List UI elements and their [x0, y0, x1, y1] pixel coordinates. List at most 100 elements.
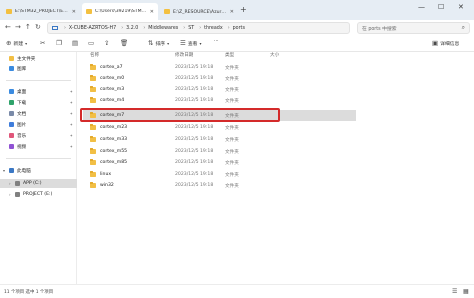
file-name-text: cortex_a7 [100, 65, 123, 70]
breadcrumb-item[interactable]: X-CUBE-AZRTOS-H7 [69, 26, 116, 31]
details-view-icon[interactable]: ☰ [452, 288, 457, 295]
search-input[interactable]: 在 ports 中搜索 [362, 25, 462, 32]
breadcrumb-item[interactable]: ports [233, 26, 245, 31]
breadcrumb-separator: › [227, 25, 230, 31]
tab-label: E:\Z_RESOURCE\Azure\环境搭建 [173, 9, 227, 15]
table-row[interactable]: cortex_m3 2023/12/5 19:18 文件夹 [83, 84, 356, 95]
new-button[interactable]: ⊕ 新建 ▾ [6, 39, 29, 47]
chevron-right-icon[interactable]: › [9, 181, 11, 186]
table-row[interactable]: cortex_m0 2023/12/5 19:18 文件夹 [83, 73, 356, 84]
table-row[interactable]: cortex_m55 2023/12/5 19:18 文件夹 [83, 146, 356, 157]
file-name-text: cortex_m85 [100, 160, 128, 165]
up-icon[interactable]: ↑ [25, 23, 31, 31]
back-icon[interactable]: ← [5, 23, 11, 31]
cut-icon[interactable]: ✂ [40, 39, 47, 47]
tab-label: E:\STM32_PROJECT\Example\7... [15, 9, 69, 14]
breadcrumb-item[interactable]: Middlewares [148, 26, 178, 31]
file-name: cortex_a7 [90, 64, 123, 70]
new-tab-icon[interactable]: + [240, 5, 247, 14]
sidebar-divider [6, 80, 71, 81]
column-header-type[interactable]: 类型 [225, 52, 234, 58]
table-row[interactable]: win32 2023/12/5 19:18 文件夹 [83, 180, 356, 191]
file-type: 文件夹 [225, 77, 239, 82]
folder-icon [90, 86, 96, 92]
sidebar-item-drive-e[interactable]: › PROJECT (E:) [0, 190, 77, 199]
refresh-icon[interactable]: ↻ [35, 23, 41, 31]
paste-icon[interactable]: ▤ [72, 39, 80, 47]
sidebar-item-label: 图库 [17, 66, 27, 72]
sidebar-item-documents[interactable]: 文档 ✦ [0, 109, 77, 118]
share-icon[interactable]: ⇪ [104, 39, 111, 47]
folder-icon [90, 124, 96, 130]
view-button[interactable]: ☰ 查看 ▾ [180, 39, 203, 47]
file-type: 文件夹 [225, 88, 239, 93]
pin-icon[interactable]: ✦ [70, 89, 73, 94]
tab-3[interactable]: E:\Z_RESOURCE\Azure\环境搭建 ✕ [160, 3, 238, 20]
sidebar-item-label: PROJECT (E:) [23, 192, 53, 197]
copy-icon[interactable]: ❐ [56, 39, 64, 47]
table-row[interactable]: cortex_m23 2023/12/5 19:18 文件夹 [83, 122, 356, 133]
table-row[interactable]: cortex_a7 2023/12/5 19:18 文件夹 [83, 62, 356, 73]
sort-label: 排序 [155, 41, 166, 47]
table-row[interactable]: cortex_m85 2023/12/5 19:18 文件夹 [83, 157, 356, 168]
file-name: cortex_m7 [90, 112, 124, 118]
table-row[interactable]: cortex_m33 2023/12/5 19:18 文件夹 [83, 134, 356, 145]
breadcrumb-separator: › [183, 25, 186, 31]
sidebar-item-drive-c[interactable]: › APP (C:) [0, 179, 77, 188]
file-date: 2023/12/5 19:18 [175, 87, 214, 92]
details-button[interactable]: ▣ 详细信息 [432, 39, 459, 47]
pin-icon[interactable]: ✦ [70, 111, 73, 116]
maximize-icon[interactable]: ☐ [438, 3, 444, 11]
details-label: 详细信息 [440, 41, 460, 47]
more-button[interactable]: ··· [214, 39, 219, 44]
table-row-selected[interactable]: cortex_m7 2023/12/5 19:18 文件夹 [83, 110, 356, 121]
close-icon[interactable]: ✕ [72, 9, 76, 15]
tab-1[interactable]: E:\STM32_PROJECT\Example\7... ✕ [2, 3, 80, 20]
sidebar-item-label: 主文件夹 [17, 56, 36, 62]
breadcrumb-item[interactable]: threadx [204, 26, 223, 31]
sort-button[interactable]: ⇅ 排序 ▾ [148, 39, 171, 47]
breadcrumb-separator: › [121, 25, 124, 31]
search-box[interactable]: 在 ports 中搜索 ⌕ [357, 22, 470, 34]
column-header-size[interactable]: 大小 [270, 52, 279, 58]
file-name-text: cortex_m3 [100, 87, 125, 92]
chevron-right-icon[interactable]: › [9, 192, 11, 197]
sidebar-item-videos[interactable]: 视频 ✦ [0, 142, 77, 151]
tab-2[interactable]: C:\Users\39219\STM32Cube\Re ✕ [82, 3, 158, 20]
delete-icon[interactable]: 🗑 [120, 39, 130, 47]
chevron-down-icon[interactable]: ▾ [3, 168, 5, 173]
file-date: 2023/12/5 19:18 [175, 183, 214, 188]
pin-icon[interactable]: ✦ [70, 100, 73, 105]
sidebar-divider [6, 158, 71, 159]
pin-icon[interactable]: ✦ [70, 144, 73, 149]
file-type: 文件夹 [225, 184, 239, 189]
plus-icon: ⊕ [6, 39, 12, 47]
rename-icon[interactable]: ▭ [88, 39, 96, 47]
sidebar-item-music[interactable]: 音乐 ✦ [0, 131, 77, 140]
address-bar[interactable]: › X-CUBE-AZRTOS-H7 › 3.2.0 › Middlewares… [47, 22, 350, 34]
sidebar-item-home[interactable]: 主文件夹 [0, 54, 77, 63]
sidebar-item-gallery[interactable]: 图库 [0, 64, 77, 73]
tiles-view-icon[interactable]: ▦ [463, 288, 469, 295]
column-header-name[interactable]: 名称 [90, 52, 99, 58]
picture-icon [9, 122, 14, 127]
sidebar-item-desktop[interactable]: 桌面 ✦ [0, 87, 77, 96]
sidebar-item-downloads[interactable]: 下载 ✦ [0, 98, 77, 107]
minimize-icon[interactable]: — [418, 3, 425, 11]
column-header-date[interactable]: 修改日期 [175, 52, 193, 58]
breadcrumb-item[interactable]: ST [188, 26, 194, 31]
pin-icon[interactable]: ✦ [70, 122, 73, 127]
table-row[interactable]: cortex_m4 2023/12/5 19:18 文件夹 [83, 95, 356, 106]
sidebar-item-this-pc[interactable]: ▾ 此电脑 [0, 166, 77, 175]
breadcrumb-item[interactable]: 3.2.0 [126, 26, 138, 31]
close-window-icon[interactable]: ✕ [458, 3, 464, 11]
close-icon[interactable]: ✕ [150, 9, 154, 15]
pin-icon[interactable]: ✦ [70, 133, 73, 138]
close-icon[interactable]: ✕ [230, 9, 234, 15]
table-row[interactable]: linux 2023/12/5 19:18 文件夹 [83, 169, 356, 180]
file-date: 2023/12/5 19:18 [175, 113, 214, 118]
new-label: 新建 [13, 41, 24, 47]
forward-icon[interactable]: → [15, 23, 21, 31]
sidebar-item-pictures[interactable]: 图片 ✦ [0, 120, 77, 129]
breadcrumb-separator: › [199, 25, 202, 31]
